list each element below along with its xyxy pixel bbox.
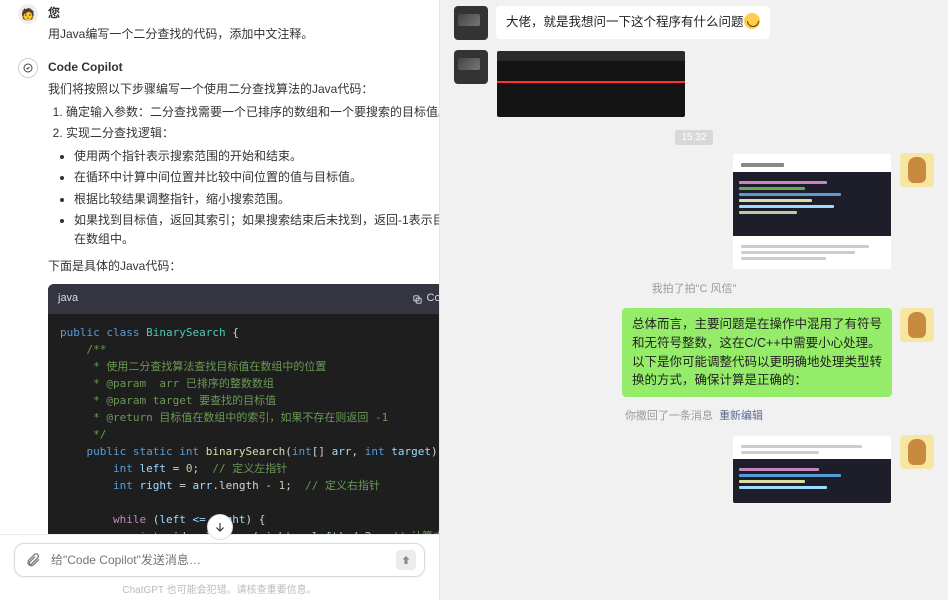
wechat-scroll[interactable]: 大佬，就是我想问一下这个程序有什么问题 15:32 [440,0,948,600]
chat-timestamp: 15:32 [454,128,934,143]
numbered-steps: 确定输入参数：二分查找需要一个已排序的数组和一个要搜索的目标值。 实现二分查找逻… [66,103,439,143]
bullet-item: 根据比较结果调整指针，缩小搜索范围。 [74,190,439,209]
user-message: 🧑 您 用Java编写一个二分查找的代码，添加中文注释。 [18,4,421,44]
chatgpt-panel: 🧑 您 用Java编写一个二分查找的代码，添加中文注释。 Code Copilo… [0,0,440,600]
wechat-panel: 大佬，就是我想问一下这个程序有什么问题 15:32 [440,0,948,600]
user-prompt-text: 用Java编写一个二分查找的代码，添加中文注释。 [48,25,421,44]
outgoing-image-message [454,435,934,504]
image-attachment[interactable] [732,435,892,504]
code-language-label: java [58,290,78,308]
peer-avatar[interactable] [454,6,488,40]
outgoing-message: 总体而言，主要问题是在操作中混用了有符号和无符号整数，这在C/C++中需要小心处… [454,308,934,397]
code-content[interactable]: public class BinarySearch { /** * 使用二分查找… [48,314,439,534]
user-name: 您 [48,4,421,23]
self-avatar[interactable] [900,308,934,342]
message-text: 总体而言，主要问题是在操作中混用了有符号和无符号整数，这在C/C++中需要小心处… [632,317,882,387]
message-bubble[interactable]: 总体而言，主要问题是在操作中混用了有符号和无符号整数，这在C/C++中需要小心处… [622,308,892,397]
timestamp-text: 15:32 [675,130,712,145]
incoming-message: 大佬，就是我想问一下这个程序有什么问题 [454,6,934,40]
attach-button[interactable] [23,550,43,570]
image-attachment[interactable] [732,153,892,270]
composer: ChatGPT 也可能会犯错。请核查重要信息。 [0,534,439,600]
composer-box [14,543,425,577]
copy-code-button[interactable]: Copy code [412,290,439,308]
outgoing-image-message [454,153,934,270]
message-input[interactable] [51,553,388,567]
self-avatar[interactable] [900,153,934,187]
pat-notice: 我拍了拍"C 风信" [454,280,934,296]
image-attachment[interactable] [496,50,686,118]
bullet-item: 使用两个指针表示搜索范围的开始和结束。 [74,147,439,166]
self-avatar[interactable] [900,435,934,469]
re-edit-link[interactable]: 重新编辑 [719,410,763,422]
incoming-image-message [454,50,934,118]
assistant-name: Code Copilot [48,58,439,77]
step-item: 实现二分查找逻辑： [66,124,439,143]
code-block: java Copy code public class BinarySearch… [48,284,439,534]
arrow-down-icon [213,520,227,534]
conversation-scroll[interactable]: 🧑 您 用Java编写一个二分查找的代码，添加中文注释。 Code Copilo… [0,0,439,534]
user-message-body: 您 用Java编写一个二分查找的代码，添加中文注释。 [48,4,421,44]
bullet-item: 在循环中计算中间位置并比较中间位置的值与目标值。 [74,168,439,187]
disclaimer-text: ChatGPT 也可能会犯错。请核查重要信息。 [14,581,425,596]
assistant-intro: 我们将按照以下步骤编写一个使用二分查找算法的Java代码： [48,80,439,99]
bullet-steps: 使用两个指针表示搜索范围的开始和结束。 在循环中计算中间位置并比较中间位置的值与… [74,147,439,249]
copy-icon [412,294,423,305]
scroll-to-bottom-button[interactable] [207,514,233,540]
assistant-avatar [18,58,38,78]
recall-notice: 你撤回了一条消息 重新编辑 [454,407,934,423]
message-bubble[interactable]: 大佬，就是我想问一下这个程序有什么问题 [496,6,770,39]
paperclip-icon [25,552,41,568]
code-header: java Copy code [48,284,439,314]
assistant-message-body: Code Copilot 我们将按照以下步骤编写一个使用二分查找算法的Java代… [48,58,439,534]
recall-text: 你撤回了一条消息 [625,410,713,422]
step-item: 确定输入参数：二分查找需要一个已排序的数组和一个要搜索的目标值。 [66,103,439,122]
message-text: 大佬，就是我想问一下这个程序有什么问题 [506,15,744,29]
grin-emoji-icon [744,13,760,29]
arrow-up-icon [400,554,412,566]
assistant-outro: 下面是具体的Java代码： [48,257,439,276]
assistant-message: Code Copilot 我们将按照以下步骤编写一个使用二分查找算法的Java代… [18,58,421,534]
user-avatar: 🧑 [18,4,38,24]
bullet-item: 如果找到目标值，返回其索引；如果搜索结束后未找到，返回-1表示目标值不在数组中。 [74,211,439,249]
copy-code-label: Copy code [427,290,439,308]
pat-text: 我拍了拍"C 风信" [652,283,737,295]
copilot-icon [22,62,34,74]
peer-avatar[interactable] [454,50,488,84]
send-button[interactable] [396,550,416,570]
app-root: 🧑 您 用Java编写一个二分查找的代码，添加中文注释。 Code Copilo… [0,0,948,600]
